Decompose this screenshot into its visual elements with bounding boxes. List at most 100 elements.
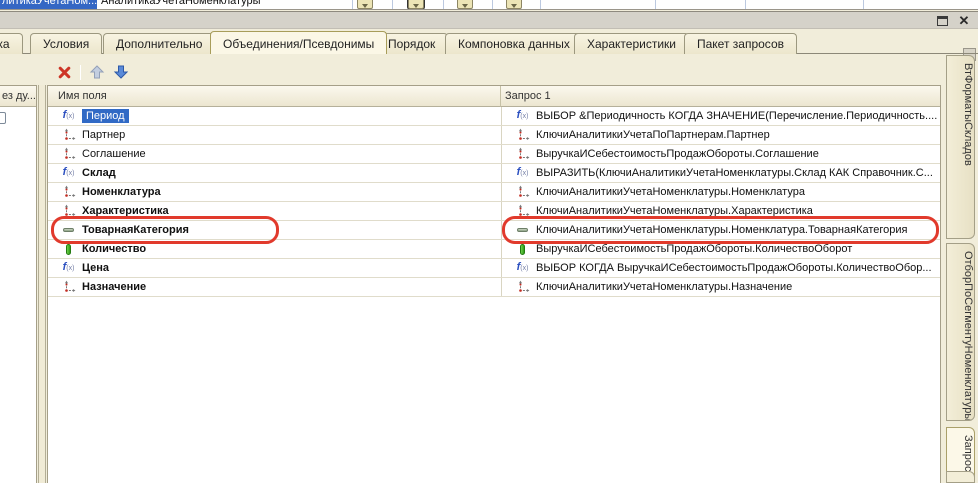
grid-line xyxy=(863,0,864,10)
field-icon xyxy=(60,147,77,161)
field-icon xyxy=(514,280,531,294)
grid-line xyxy=(352,0,353,10)
table-row-characteristic[interactable]: Характеристика КлючиАналитикиУчетаНоменк… xyxy=(48,202,940,221)
query-expression: КлючиАналитикиУчетаПоПартнерам.Партнер xyxy=(536,129,770,141)
chevron-down-icon xyxy=(511,4,517,8)
field-name: Назначение xyxy=(82,281,146,293)
fx-icon: f(x) xyxy=(514,167,531,179)
maximize-button[interactable] xyxy=(937,16,948,26)
chevron-down-icon xyxy=(462,4,468,8)
tab-data-composition[interactable]: Компоновка данных xyxy=(445,33,583,54)
tab-conditions[interactable]: Условия xyxy=(30,33,102,54)
column-header-query1: Запрос 1 xyxy=(501,86,940,107)
query-designer-tabstrip: вка Условия Дополнительно Объединения/Пс… xyxy=(0,31,978,56)
field-name: Цена xyxy=(82,262,109,274)
field-name: Количество xyxy=(82,243,146,255)
tab-grouping[interactable]: вка xyxy=(0,33,23,54)
field-icon xyxy=(514,204,531,218)
vtab-partial[interactable] xyxy=(946,471,975,483)
grid-line xyxy=(540,0,541,10)
delete-x-icon xyxy=(57,65,72,80)
column-header-field-name: Имя поля xyxy=(48,86,501,107)
dropdown-button[interactable] xyxy=(506,0,522,9)
close-button[interactable]: ✕ xyxy=(957,13,971,29)
field-name: Партнер xyxy=(82,129,125,141)
table-row-partner[interactable]: Партнер КлючиАналитикиУчетаПоПартнерам.П… xyxy=(48,126,940,145)
fx-icon: f(x) xyxy=(514,110,531,122)
panel-splitter[interactable] xyxy=(38,85,46,483)
vtab-filter-by-nomenclature-segment[interactable]: ОтборПоСегментуНоменклатуры xyxy=(946,243,975,421)
aliases-table: Имя поля Запрос 1 f(x) Период f(x) ВЫБОР &… xyxy=(47,85,941,483)
field-icon xyxy=(60,204,77,218)
dash-icon xyxy=(60,228,77,232)
queries-panel: ез ду... xyxy=(0,85,37,483)
query-expression: ВЫБОР КОГДА ВыручкаИСебестоимостьПродажО… xyxy=(536,262,932,274)
tab-query-batch[interactable]: Пакет запросов xyxy=(684,33,797,54)
background-selected-cell-text: литикаУчетаНом... xyxy=(2,0,97,7)
query-expression: КлючиАналитикиУчетаНоменклатуры.Номенкла… xyxy=(536,224,908,236)
tab-additional[interactable]: Дополнительно xyxy=(103,33,215,54)
table-row-product-category[interactable]: ТоварнаяКатегория КлючиАналитикиУчетаНом… xyxy=(48,221,940,240)
field-icon xyxy=(514,185,531,199)
table-row-period[interactable]: f(x) Период f(x) ВЫБОР &Периодичность КОГД… xyxy=(48,107,940,126)
grid-line xyxy=(392,0,393,10)
fx-icon: f(x) xyxy=(60,167,77,179)
field-name: ТоварнаяКатегория xyxy=(82,224,189,236)
table-row-price[interactable]: f(x) Цена f(x) ВЫБОР КОГДА ВыручкаИСебесто… xyxy=(48,259,940,278)
toolbar-separator xyxy=(80,65,81,80)
field-name: Номенклатура xyxy=(82,186,161,198)
background-selected-cell: литикаУчетаНом... xyxy=(0,0,97,10)
no-duplicates-column-header: ез ду... xyxy=(0,86,36,107)
table-row-quantity[interactable]: Количество ВыручкаИСебестоимостьПродажОб… xyxy=(48,240,940,259)
background-cell-text: АналитикаУчетаНоменклатуры xyxy=(101,0,261,7)
query-expression: ВЫБОР &Периодичность КОГДА ЗНАЧЕНИЕ(Пере… xyxy=(536,110,937,122)
window-titlebar[interactable]: ✕ xyxy=(0,11,978,29)
vtab-vt-formats-warehouses[interactable]: ВтФорматыСкладов xyxy=(946,55,975,239)
field-icon xyxy=(60,185,77,199)
query-expression: КлючиАналитикиУчетаНоменклатуры.Номенкла… xyxy=(536,186,805,198)
grid-line xyxy=(655,0,656,10)
query-expression: ВыручкаИСебестоимостьПродажОбороты.Колич… xyxy=(536,243,852,255)
arrow-down-icon xyxy=(113,64,129,80)
grid-line xyxy=(745,0,746,10)
query-expression: ВЫРАЗИТЬ(КлючиАналитикиУчетаНоменклатуры… xyxy=(536,167,933,179)
field-icon xyxy=(60,280,77,294)
arrow-up-icon xyxy=(89,64,105,80)
table-row-purpose[interactable]: Назначение КлючиАналитикиУчетаНоменклату… xyxy=(48,278,940,297)
pill-icon xyxy=(514,244,531,255)
field-icon xyxy=(60,128,77,142)
move-up-button[interactable] xyxy=(88,64,105,81)
dropdown-button[interactable] xyxy=(457,0,473,9)
chevron-down-icon xyxy=(362,4,368,8)
move-down-button[interactable] xyxy=(112,64,129,81)
table-header-row: Имя поля Запрос 1 xyxy=(48,86,940,107)
dropdown-button-focused[interactable] xyxy=(408,0,424,9)
query-expression: ВыручкаИСебестоимостьПродажОбороты.Согла… xyxy=(536,148,819,160)
aliases-toolbar xyxy=(56,62,129,82)
fx-icon: f(x) xyxy=(60,110,77,122)
table-row-nomenclature[interactable]: Номенклатура КлючиАналитикиУчетаНоменкла… xyxy=(48,183,940,202)
tab-characteristics[interactable]: Характеристики xyxy=(574,33,689,54)
grid-line xyxy=(443,0,444,10)
pill-icon xyxy=(60,244,77,255)
background-table-row: литикаУчетаНом... АналитикаУчетаНоменкла… xyxy=(0,0,978,10)
table-row-agreement[interactable]: Соглашение ВыручкаИСебестоимостьПродажОб… xyxy=(48,145,940,164)
query-expression: КлючиАналитикиУчетаНоменклатуры.Характер… xyxy=(536,205,813,217)
fx-icon: f(x) xyxy=(514,262,531,274)
field-name: Период xyxy=(82,109,129,123)
no-duplicates-checkbox[interactable] xyxy=(0,112,6,124)
chevron-down-icon xyxy=(413,4,419,8)
fx-icon: f(x) xyxy=(60,262,77,274)
tab-unions-aliases[interactable]: Объединения/Псевдонимы xyxy=(210,31,387,54)
field-name: Соглашение xyxy=(82,148,146,160)
dropdown-button[interactable] xyxy=(357,0,373,9)
grid-line xyxy=(492,0,493,10)
field-name: Склад xyxy=(82,167,116,179)
field-name: Характеристика xyxy=(82,205,169,217)
field-icon xyxy=(514,147,531,161)
dash-icon xyxy=(514,228,531,232)
delete-button[interactable] xyxy=(56,64,73,81)
field-icon xyxy=(514,128,531,142)
query-expression: КлючиАналитикиУчетаНоменклатуры.Назначен… xyxy=(536,281,792,293)
table-row-warehouse[interactable]: f(x) Склад f(x) ВЫРАЗИТЬ(КлючиАналитикиУче… xyxy=(48,164,940,183)
